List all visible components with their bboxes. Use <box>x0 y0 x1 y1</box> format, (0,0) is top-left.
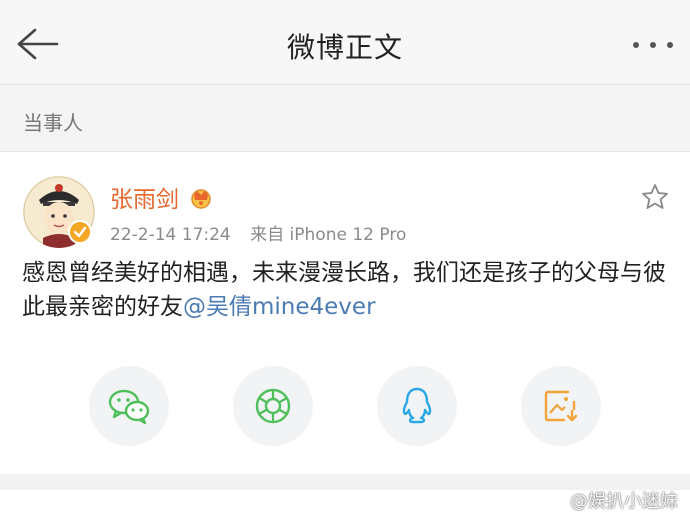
username-row: 张雨剑 <box>110 180 215 214</box>
more-button[interactable] <box>628 28 678 62</box>
post-meta: 22-2-14 17:24 来自 iPhone 12 Pro <box>110 220 420 245</box>
favorite-button[interactable] <box>640 182 670 212</box>
moments-icon <box>255 388 291 424</box>
top-bar: 微博正文 <box>0 0 690 85</box>
section-header: 当事人 <box>0 85 690 152</box>
crown-badge-icon[interactable] <box>187 185 215 209</box>
share-bar <box>0 366 690 450</box>
post-date: 22-2-14 17:24 <box>110 225 231 245</box>
screen: 微博正文 当事人 张雨剑 22-2-14 17:24 来自 iPhone 12 … <box>0 0 690 517</box>
mention-link[interactable]: @吴倩mine4ever <box>183 294 376 320</box>
avatar[interactable] <box>23 176 95 248</box>
post-card: 张雨剑 22-2-14 17:24 来自 iPhone 12 Pro 感恩曾经美… <box>0 152 690 474</box>
qq-icon <box>402 387 432 424</box>
more-icon <box>633 42 673 48</box>
share-moments-button[interactable] <box>233 366 313 446</box>
share-qq-button[interactable] <box>377 366 457 446</box>
share-wechat-button[interactable] <box>89 366 169 446</box>
page-title: 微博正文 <box>286 31 403 64</box>
verified-badge-icon <box>68 220 92 244</box>
watermark: @娱扒小迷妹 <box>570 491 678 512</box>
wechat-icon <box>108 389 150 424</box>
username[interactable]: 张雨剑 <box>110 180 179 214</box>
post-source: 来自 iPhone 12 Pro <box>250 225 407 245</box>
post-text: 感恩曾经美好的相遇，未来漫漫长路，我们还是孩子的父母与彼此最亲密的好友@吴倩mi… <box>22 256 672 324</box>
save-image-icon <box>544 390 578 422</box>
section-label: 当事人 <box>23 111 83 135</box>
star-icon <box>642 184 668 209</box>
save-image-button[interactable] <box>521 366 601 446</box>
